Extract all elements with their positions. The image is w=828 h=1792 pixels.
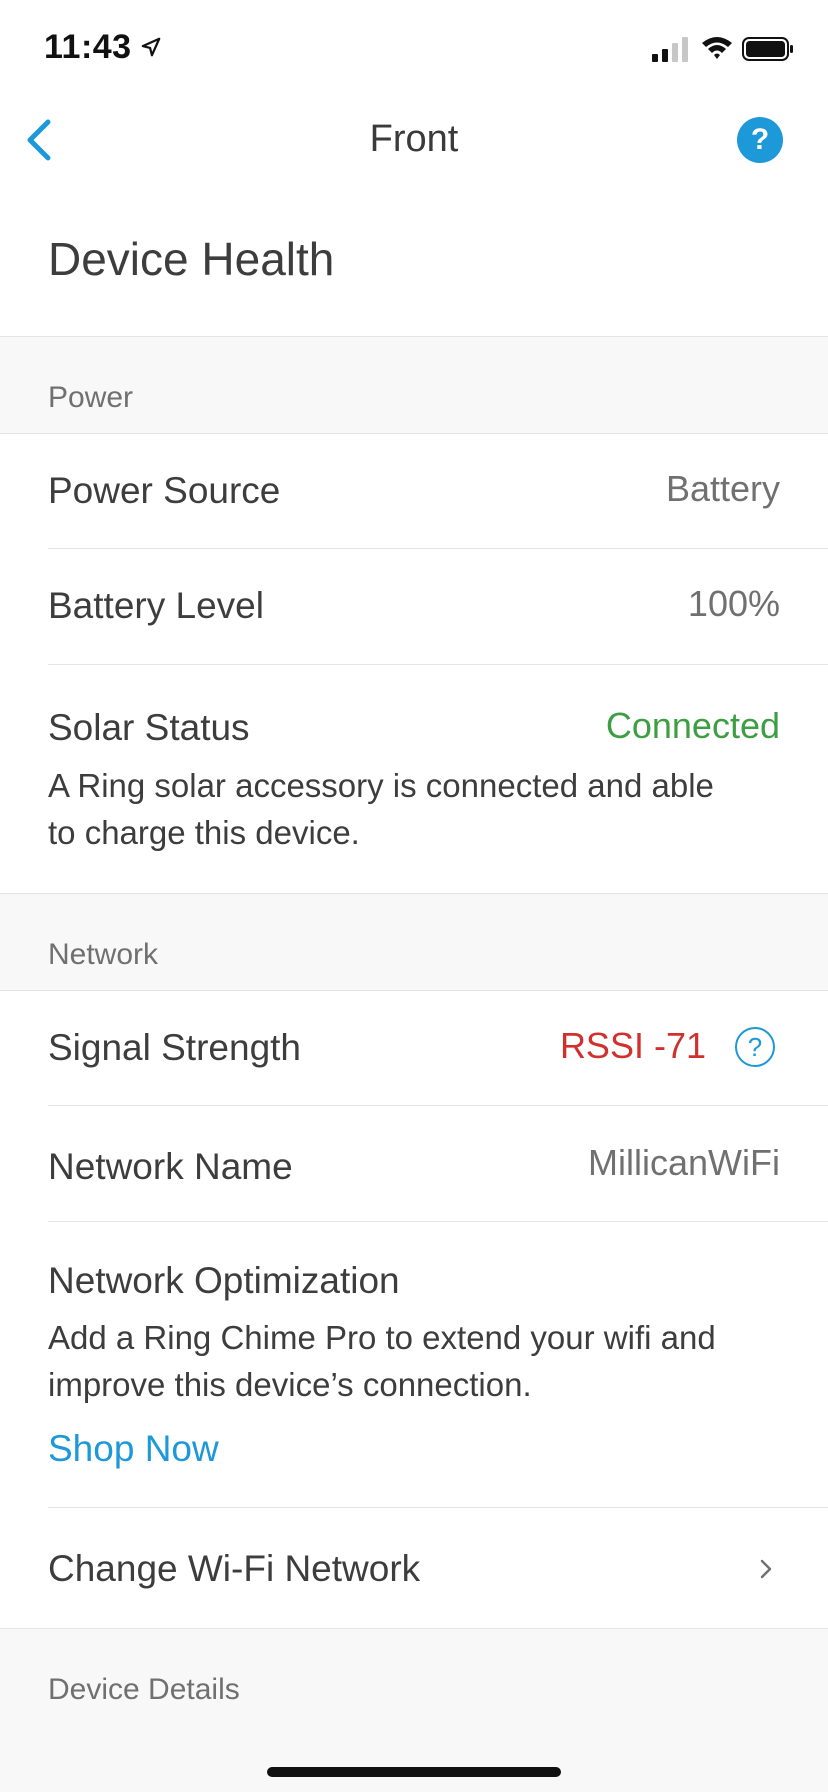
signal-strength-row: Signal Strength RSSI -71 ? bbox=[0, 991, 828, 1106]
change-wifi-row[interactable]: Change Wi-Fi Network bbox=[0, 1508, 828, 1628]
network-name-row: Network Name MillicanWiFi bbox=[0, 1106, 828, 1222]
network-name-label: Network Name bbox=[48, 1146, 293, 1187]
cellular-signal-icon bbox=[652, 37, 688, 62]
battery-level-value: 100% bbox=[687, 583, 780, 624]
battery-level-label: Battery Level bbox=[48, 585, 264, 626]
solar-status-value: Connected bbox=[605, 705, 780, 746]
location-arrow-icon bbox=[141, 37, 161, 57]
chevron-right-icon bbox=[760, 1559, 772, 1579]
solar-status-row: Solar Status Connected A Ring solar acce… bbox=[0, 665, 828, 893]
network-name-value: MillicanWiFi bbox=[588, 1142, 780, 1183]
battery-level-row: Battery Level 100% bbox=[0, 549, 828, 665]
help-icon[interactable]: ? bbox=[737, 117, 783, 163]
section-header-label: Network bbox=[48, 938, 159, 971]
network-optimization-row: Network Optimization Add a Ring Chime Pr… bbox=[0, 1222, 828, 1508]
section-header-power: Power bbox=[0, 336, 828, 434]
network-optimization-label: Network Optimization bbox=[48, 1260, 400, 1301]
solar-status-label: Solar Status bbox=[48, 707, 250, 748]
signal-strength-value: RSSI -71 bbox=[559, 1025, 706, 1066]
info-question-icon[interactable]: ? bbox=[735, 1027, 775, 1067]
page-title: Device Health bbox=[48, 233, 335, 285]
section-header-network: Network bbox=[0, 893, 828, 991]
change-wifi-label: Change Wi-Fi Network bbox=[48, 1548, 421, 1589]
home-indicator bbox=[267, 1767, 561, 1777]
power-source-value: Battery bbox=[665, 468, 780, 509]
status-bar: 11:43 bbox=[0, 0, 828, 100]
battery-icon bbox=[742, 37, 793, 61]
wifi-icon bbox=[702, 37, 732, 59]
section-header-label: Device Details bbox=[48, 1673, 240, 1706]
signal-strength-label: Signal Strength bbox=[48, 1027, 302, 1068]
status-time: 11:43 bbox=[44, 28, 132, 66]
power-source-label: Power Source bbox=[48, 470, 281, 511]
nav-bar: Front bbox=[0, 100, 828, 180]
shop-now-link[interactable]: Shop Now bbox=[48, 1428, 219, 1470]
power-source-row: Power Source Battery bbox=[0, 434, 828, 549]
network-optimization-description: Add a Ring Chime Pro to extend your wifi… bbox=[48, 1319, 716, 1403]
nav-title: Front bbox=[369, 118, 459, 160]
solar-status-description: A Ring solar accessory is connected and … bbox=[48, 767, 714, 851]
section-header-label: Power bbox=[48, 381, 134, 414]
